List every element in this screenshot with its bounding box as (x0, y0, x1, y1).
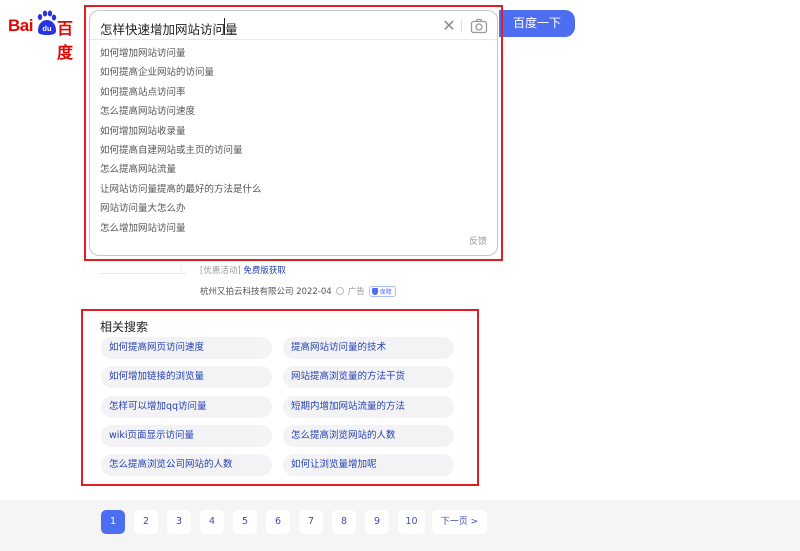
page-10-button[interactable]: 10 (398, 510, 425, 534)
page-5-button[interactable]: 5 (233, 510, 257, 534)
page-3-button[interactable]: 3 (167, 510, 191, 534)
ad-company-date: 杭州又拍云科技有限公司 2022-04 (200, 287, 332, 297)
ad-source-line: 杭州又拍云科技有限公司 2022-04 广告 保障 (200, 285, 396, 297)
page-8-button[interactable]: 8 (332, 510, 356, 534)
page-9-button[interactable]: 9 (365, 510, 389, 534)
feedback-link[interactable]: 反馈 (469, 234, 487, 247)
suggestion-list: 如何增加网站访问量 如何提高企业网站的访问量 如何提高站点访问率 怎么提高网站访… (100, 44, 262, 238)
ad-promo-line: [优惠活动] 免费版获取 (200, 264, 286, 276)
ad-thumbnail[interactable] (100, 258, 186, 274)
suggestion-item[interactable]: 如何增加网站访问量 (100, 44, 262, 63)
ad-promo-tag: [优惠活动] (200, 266, 241, 276)
logo-bai-text: Bai (8, 16, 33, 35)
guarantee-badge-label: 保障 (379, 288, 392, 296)
camera-icon[interactable] (470, 17, 488, 35)
ad-label: 广告 (347, 287, 365, 297)
baidu-search-page: Bai du 百度 ✕ 如何增加网站访问量 如何提高企业网站的访问量 如何提高站… (0, 0, 800, 551)
page-1-button[interactable]: 1 (101, 510, 125, 534)
related-search-item[interactable]: 怎么提高浏览网站的人数 (283, 425, 454, 447)
suggestion-item[interactable]: 怎么提高网站流量 (100, 160, 262, 179)
related-search-item[interactable]: 怎样可以增加qq访问量 (101, 396, 272, 418)
suggestion-item[interactable]: 怎么增加网站访问量 (100, 219, 262, 238)
text-caret (224, 18, 225, 35)
related-search-item[interactable]: 提高网站访问量的技术 (283, 337, 454, 359)
search-input[interactable] (100, 16, 420, 40)
suggestion-item[interactable]: 让网站访问量提高的最好的方法是什么 (100, 180, 262, 199)
page-7-button[interactable]: 7 (299, 510, 323, 534)
suggestion-item[interactable]: 如何提高企业网站的访问量 (100, 63, 262, 82)
clear-icon[interactable]: ✕ (440, 15, 458, 37)
suggestion-item[interactable]: 如何提高自建网站或主页的访问量 (100, 141, 262, 160)
related-search-item[interactable]: 如何增加链接的浏览量 (101, 366, 272, 388)
shield-icon (371, 287, 378, 295)
related-search-item[interactable]: 如何让浏览量增加呢 (283, 454, 454, 476)
logo-chinese-text: 百度 (57, 19, 74, 62)
logo-du-text: du (42, 24, 52, 33)
suggestion-item[interactable]: 如何增加网站收录量 (100, 122, 262, 141)
baidu-logo[interactable]: Bai du 百度 (6, 10, 82, 62)
related-search-item[interactable]: 怎么提高浏览公司网站的人数 (101, 454, 272, 476)
paw-icon: du (37, 10, 57, 35)
ad-promo-link[interactable]: 免费版获取 (243, 266, 286, 276)
next-page-button[interactable]: 下一页 > (432, 510, 487, 534)
related-search-item[interactable]: wiki页面显示访问量 (101, 425, 272, 447)
guarantee-badge[interactable]: 保障 (368, 285, 396, 297)
info-icon[interactable] (335, 287, 344, 295)
related-search-item[interactable]: 如何提高网页访问速度 (101, 337, 272, 359)
related-searches-title: 相关搜索 (100, 320, 149, 334)
search-box: ✕ 如何增加网站访问量 如何提高企业网站的访问量 如何提高站点访问率 怎么提高网… (89, 10, 498, 256)
related-search-item[interactable]: 短期内增加网站流量的方法 (283, 396, 454, 418)
page-4-button[interactable]: 4 (200, 510, 224, 534)
more-dots-icon: · · · (180, 256, 183, 275)
suggestion-item[interactable]: 网站访问量大怎么办 (100, 199, 262, 218)
related-search-item[interactable]: 网站提高浏览量的方法干货 (283, 366, 454, 388)
page-6-button[interactable]: 6 (266, 510, 290, 534)
suggestion-divider (90, 39, 497, 40)
page-2-button[interactable]: 2 (134, 510, 158, 534)
suggestion-item[interactable]: 怎么提高网站访问速度 (100, 102, 262, 121)
search-button[interactable]: 百度一下 (499, 10, 575, 37)
suggestion-item[interactable]: 如何提高站点访问率 (100, 83, 262, 102)
input-divider (461, 19, 462, 33)
